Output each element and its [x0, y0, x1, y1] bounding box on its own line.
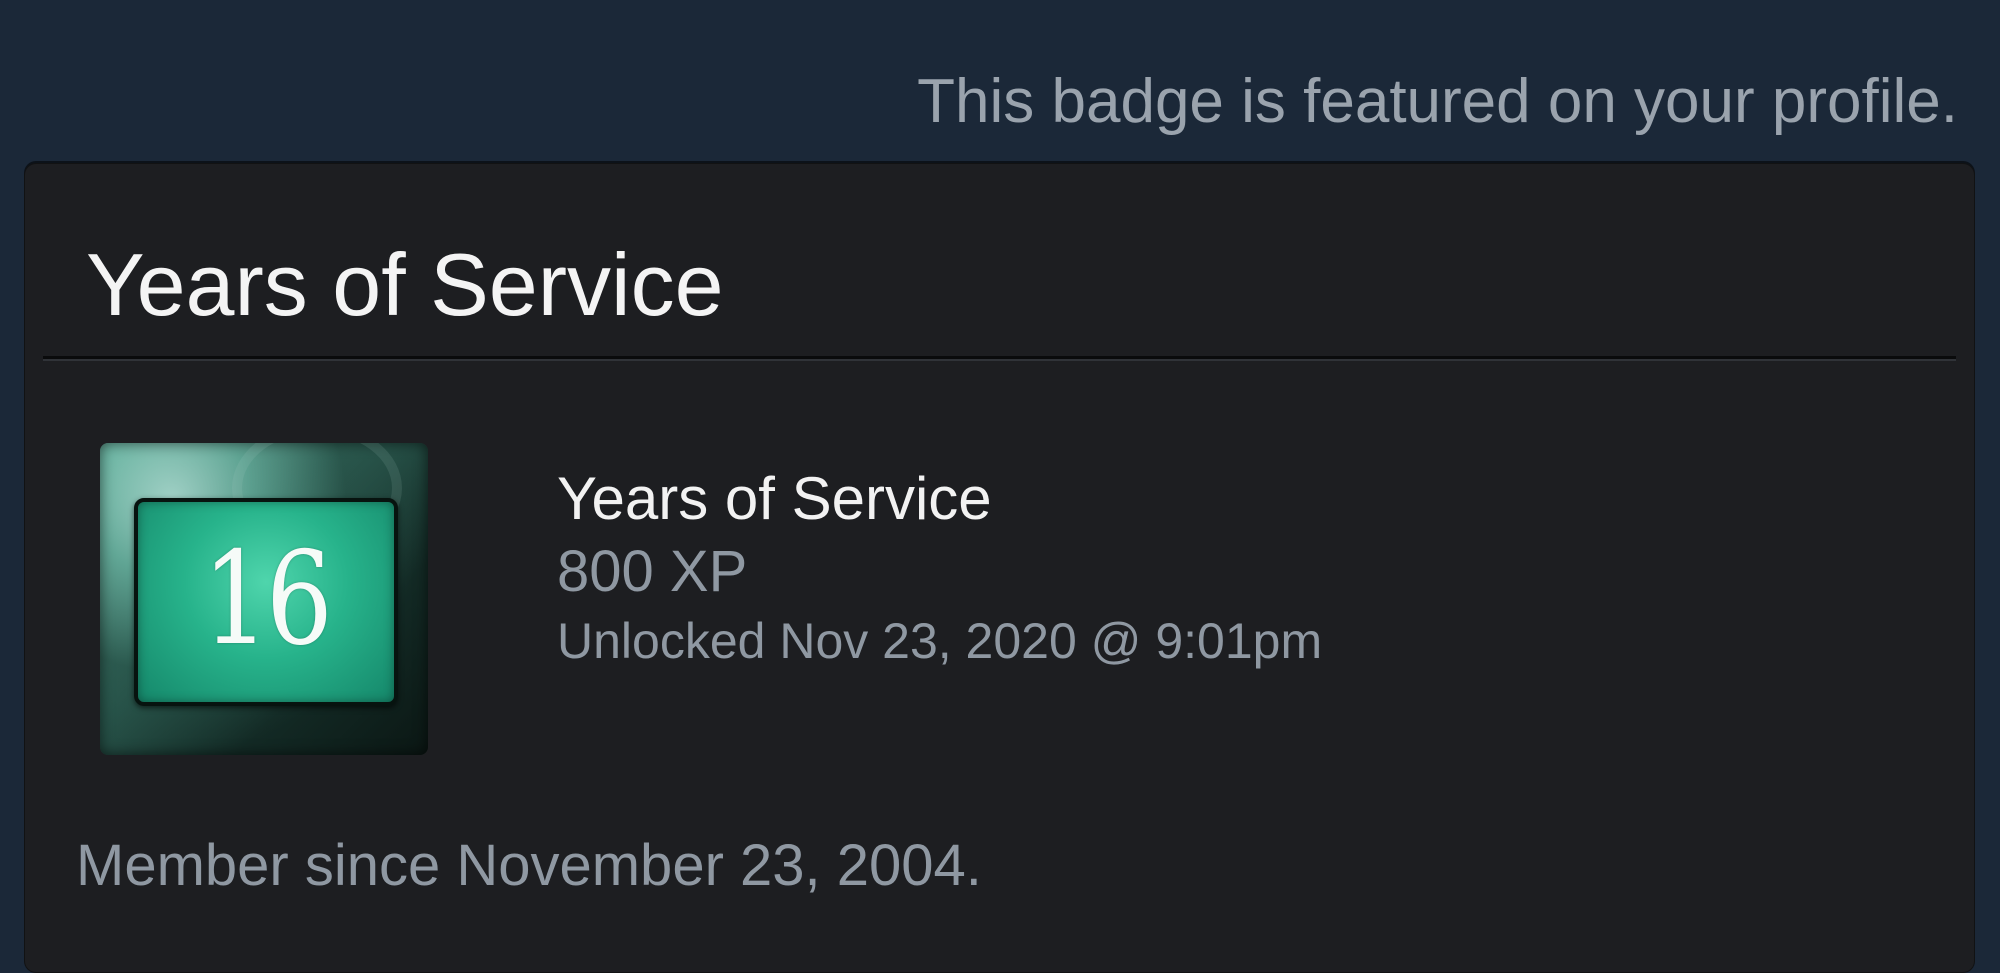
badge-xp: 800 XP: [557, 539, 748, 604]
badge-name: Years of Service: [557, 465, 992, 532]
badge-unlocked-date: Unlocked Nov 23, 2020 @ 9:01pm: [557, 613, 1323, 669]
badge-info: Years of Service 800 XP Unlocked Nov 23,…: [557, 461, 1322, 675]
card-divider: [43, 356, 1956, 361]
badge-card: Years of Service 16 Years of Service 800…: [24, 163, 1975, 973]
badge-plate: 16: [134, 498, 398, 706]
badge-description: Member since November 23, 2004.: [76, 833, 982, 898]
card-title: Years of Service: [86, 235, 724, 334]
years-of-service-badge-icon: 16: [100, 443, 428, 755]
badge-years-number: 16: [202, 525, 333, 674]
featured-note: This badge is featured on your profile.: [917, 67, 1958, 136]
